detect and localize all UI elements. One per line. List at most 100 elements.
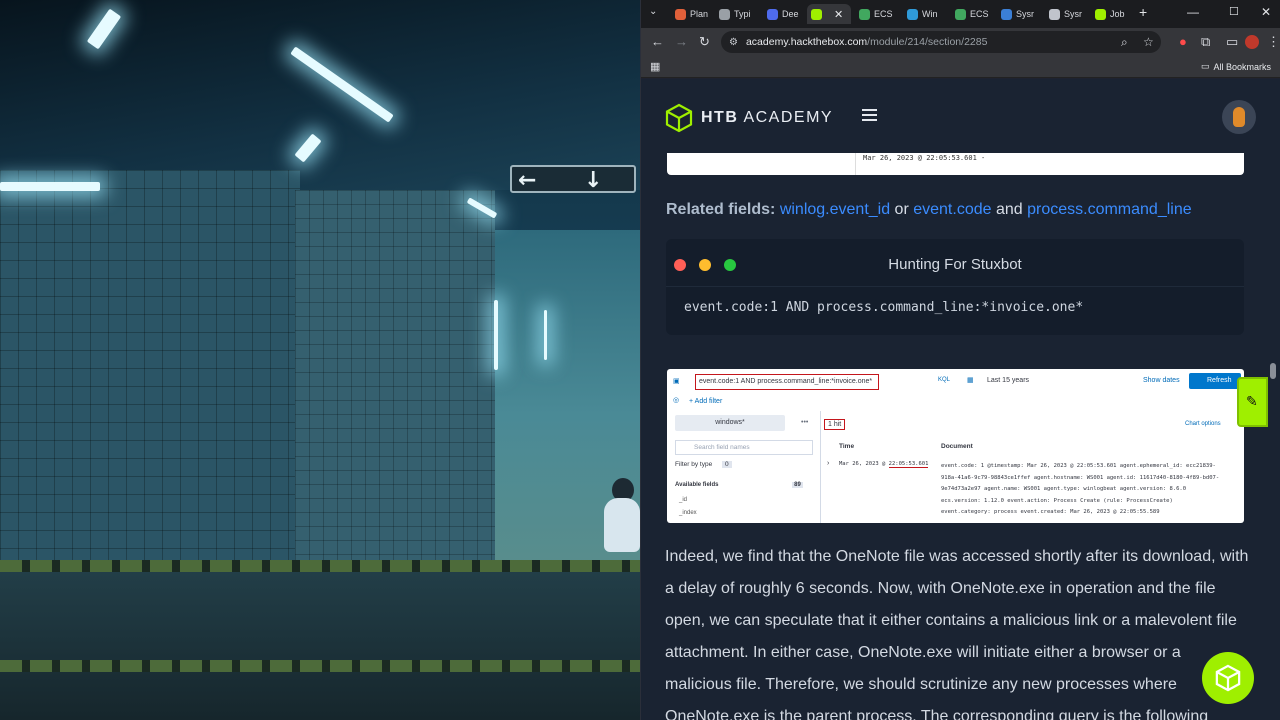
expand-row-icon: ›: [827, 460, 830, 467]
wallpaper-floor-stripe: [0, 560, 640, 572]
browser-tab[interactable]: ECS: [951, 4, 993, 24]
time-value: 22:05:53.601: [888, 461, 929, 468]
document-column-header: Document: [941, 443, 973, 450]
tab-favicon-icon: [675, 8, 686, 20]
all-bookmarks-label: All Bookmarks: [1213, 61, 1271, 72]
available-fields-label: Available fields: [675, 482, 719, 488]
pencil-icon: ✎: [1246, 393, 1258, 409]
code-block-title: Hunting For Stuxbot: [888, 256, 1022, 273]
index-pattern-selector: windows*: [675, 415, 785, 431]
code-block: Hunting For Stuxbot event.code:1 AND pro…: [666, 239, 1244, 335]
tab-favicon-icon: [1095, 8, 1106, 20]
minimize-button[interactable]: —: [1187, 5, 1199, 19]
wallpaper-direction-sign: ← ↓: [510, 165, 636, 193]
field-search-input: Search field names: [675, 440, 813, 455]
hit-count: 1 hit: [824, 419, 846, 430]
tab-favicon-icon: [719, 8, 730, 20]
document-line: event.category: process event.created: M…: [941, 509, 1160, 515]
screenshot-row: Mar 26, 2023 @ 22:05:53.601 -: [863, 154, 986, 162]
site-logo-text[interactable]: HTB ACADEMY: [701, 109, 833, 127]
all-bookmarks-button[interactable]: ▭ All Bookmarks: [1201, 61, 1271, 72]
logo-bold: HTB: [701, 109, 739, 126]
close-window-button[interactable]: ✕: [1261, 5, 1271, 19]
filter-count: 0: [722, 461, 732, 468]
new-tab-button[interactable]: +: [1139, 4, 1147, 20]
code-block-header: Hunting For Stuxbot: [666, 239, 1244, 287]
related-fields-label: Related fields:: [666, 201, 776, 218]
bookmarks-bar: ▦ ▭ All Bookmarks: [641, 56, 1280, 78]
bookmark-star-icon[interactable]: ☆: [1143, 35, 1154, 49]
tab-label: Sysr: [1064, 9, 1082, 19]
forward-arrow-icon[interactable]: →: [675, 34, 688, 49]
available-count: 89: [792, 482, 803, 488]
maximize-button[interactable]: ☐: [1229, 5, 1239, 18]
address-bar[interactable]: ⚙ academy.hackthebox.com /module/214/sec…: [721, 31, 1161, 53]
refresh-button: Refresh: [1189, 373, 1241, 389]
browser-tab[interactable]: Dee: [763, 4, 803, 24]
add-filter-link: + Add filter: [689, 398, 723, 405]
filter-by-type-label: Filter by type: [675, 461, 713, 468]
site-info-icon[interactable]: ⚙: [729, 37, 738, 48]
kibana-sidebar-divider: [820, 411, 821, 523]
logo-rest: ACADEMY: [738, 109, 834, 126]
calendar-icon: ▦: [967, 377, 974, 384]
hamburger-menu-icon[interactable]: [862, 109, 877, 121]
browser-tab[interactable]: Plan: [671, 4, 712, 24]
link-process-command-line[interactable]: process.command_line: [1027, 201, 1192, 218]
browser-tab[interactable]: Job: [1091, 4, 1129, 24]
browser-tab[interactable]: Sysr: [1045, 4, 1086, 24]
browser-tab[interactable]: ECS: [855, 4, 897, 24]
tab-label: Dee: [782, 9, 799, 19]
back-arrow-icon[interactable]: ←: [651, 34, 664, 49]
link-event-code[interactable]: event.code: [913, 201, 991, 218]
time-range: Last 15 years: [987, 377, 1030, 384]
tab-favicon-icon: [1049, 8, 1060, 20]
kql-query-box: event.code:1 AND process.command_line:*i…: [695, 374, 879, 390]
document-line: ecs.version: 1.12.0 event.action: Proces…: [941, 497, 1173, 504]
folder-icon: ▭: [1200, 61, 1210, 71]
split-view-icon[interactable]: ▭: [1226, 34, 1238, 50]
browser-tab-active[interactable]: ✕: [807, 4, 851, 24]
zoom-icon[interactable]: ⌕: [1121, 35, 1128, 50]
link-winlog-event-id[interactable]: winlog.event_id: [780, 201, 890, 218]
browser-tab[interactable]: Win: [903, 4, 942, 24]
browser-tab[interactable]: Typi: [715, 4, 755, 24]
show-dates-link: Show dates: [1143, 377, 1180, 384]
browser-window: ⌄ Plan Typi Dee ✕ ECS Win ECS Sysr Sysr …: [640, 0, 1280, 720]
profile-avatar-icon[interactable]: [1245, 35, 1259, 49]
browser-tab[interactable]: Sysr: [997, 4, 1038, 24]
apps-grid-icon[interactable]: ▦: [650, 60, 660, 73]
htb-assistant-button[interactable]: [1202, 652, 1254, 704]
extension-icon[interactable]: ●: [1179, 34, 1187, 49]
field-item: _index: [679, 510, 697, 516]
field-item: _id: [679, 497, 688, 503]
document-details: event.code: 1 @timestamp: Mar 26, 2023 @…: [941, 461, 1241, 519]
page-scrollbar[interactable]: [1270, 363, 1276, 379]
tab-search-icon[interactable]: ⌄: [649, 6, 657, 17]
document-line: 918a-41a6-9c79-98843ce1ffef agent.hostna…: [941, 474, 1220, 481]
wallpaper-wall-light: [544, 310, 547, 360]
tab-strip: ⌄ Plan Typi Dee ✕ ECS Win ECS Sysr Sysr …: [641, 0, 1280, 28]
wallpaper-ceiling-light: [0, 182, 100, 191]
cube-icon: [1215, 664, 1241, 692]
tab-label: Plan: [690, 9, 709, 19]
url-path: /module/214/section/2285: [867, 36, 988, 48]
tab-favicon-icon: [907, 8, 918, 20]
related-fields: Related fields: winlog.event_id or event…: [666, 201, 1192, 219]
wallpaper-floor-stripe: [0, 660, 640, 672]
close-tab-icon[interactable]: ✕: [834, 8, 843, 21]
htb-logo-icon[interactable]: [665, 103, 693, 133]
more-options-icon: •••: [801, 419, 809, 426]
code-snippet[interactable]: event.code:1 AND process.command_line:*i…: [684, 300, 1083, 315]
browser-menu-icon[interactable]: ⋮: [1267, 34, 1280, 50]
reload-icon[interactable]: ↻: [699, 34, 710, 50]
tab-label: Win: [922, 9, 938, 19]
wallpaper-tiled-wall-center: [295, 190, 495, 610]
tab-label: ECS: [874, 9, 893, 19]
extensions-puzzle-icon[interactable]: ⧉: [1201, 34, 1210, 50]
notes-tab[interactable]: ✎: [1237, 377, 1268, 427]
user-avatar[interactable]: [1222, 100, 1256, 134]
filter-by-type: Filter by type 0: [675, 461, 813, 468]
wallpaper-wall-light: [494, 300, 498, 370]
time-column-header: Time: [839, 443, 855, 450]
